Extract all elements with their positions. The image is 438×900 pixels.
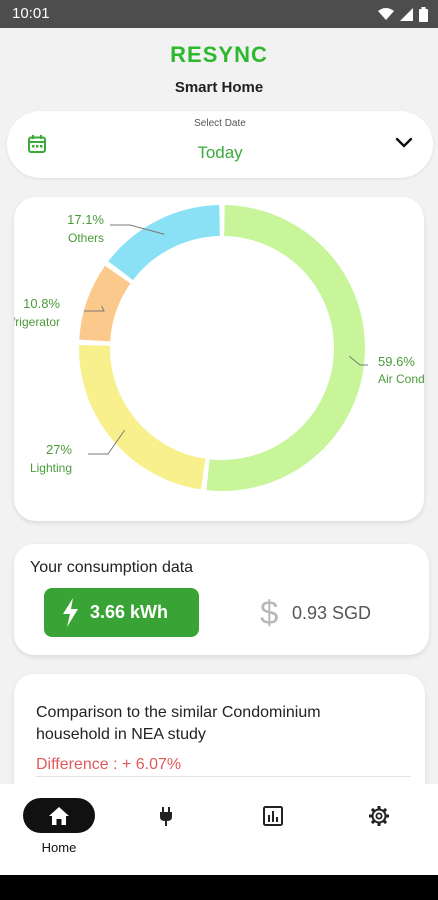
slice-percent-label-0: 59.6%: [378, 354, 415, 369]
app-subtitle: Smart Home: [174, 79, 264, 96]
consumption-card: Your consumption data 3.66 kWh $ 0.93 SG…: [14, 544, 429, 655]
date-caption: Select Date: [194, 118, 246, 129]
home-icon: [49, 807, 69, 825]
app-title: RESYNC: [170, 42, 268, 67]
bottom-navigation: Home: [0, 784, 438, 875]
donut-slice-0: [206, 205, 365, 491]
wifi-icon: [378, 7, 394, 20]
status-bar: 10:01: [0, 0, 438, 28]
dollar-icon: $: [260, 594, 279, 631]
system-navigation-bar: [0, 875, 438, 900]
date-value: Today: [197, 143, 243, 162]
settings-icon: [369, 806, 389, 826]
status-time: 10:01: [12, 5, 50, 22]
battery-icon: [419, 6, 428, 22]
plug-icon: [160, 807, 172, 826]
chevron-down-icon[interactable]: [395, 136, 413, 150]
difference-text: Difference : + 6.07%: [36, 756, 182, 773]
lightning-bolt-icon: [63, 598, 78, 627]
cost-value: 0.93 SGD: [292, 603, 372, 623]
consumption-title: Your consumption data: [30, 559, 194, 576]
donut-slice-3: [108, 205, 220, 281]
slice-percent-label-2: 10.8%: [23, 296, 60, 311]
nav-label-home: Home: [41, 840, 77, 855]
comparison-text: Comparison to the similar Condominium ho…: [36, 704, 321, 743]
signal-icon: [400, 7, 413, 21]
energy-button[interactable]: 3.66 kWh: [44, 588, 199, 637]
nav-item-settings[interactable]: [324, 784, 434, 875]
slice-category-label-3: Others: [68, 231, 104, 245]
nav-item-statistics[interactable]: [218, 784, 328, 875]
slice-percent-label-3: 17.1%: [67, 212, 104, 227]
nav-item-home[interactable]: Home: [4, 784, 114, 875]
slice-percent-label-1: 27%: [46, 442, 72, 457]
slice-category-label-0: Air Condi: [378, 372, 424, 386]
app-screen: 10:01 RESYNC Smart Home Select Date Toda…: [0, 0, 438, 900]
consumption-pie-card: 59.6% Air Condi 27% Lighting 10.8% frigerator…: [14, 197, 424, 521]
energy-value: 3.66 kWh: [90, 602, 169, 622]
donut-slice-2: [79, 265, 131, 342]
consumption-donut-chart: 59.6% Air Condi 27% Lighting 10.8% frigerator…: [14, 205, 424, 491]
slice-category-label-1: Lighting: [30, 461, 72, 475]
slice-category-label-2: frigerator: [14, 315, 60, 329]
divider: [36, 776, 411, 777]
date-selector[interactable]: Select Date Today: [7, 111, 433, 178]
nav-item-devices[interactable]: [111, 784, 221, 875]
status-icons: [378, 6, 428, 22]
bar-chart-icon: [263, 806, 283, 826]
donut-slice-1: [79, 345, 206, 490]
